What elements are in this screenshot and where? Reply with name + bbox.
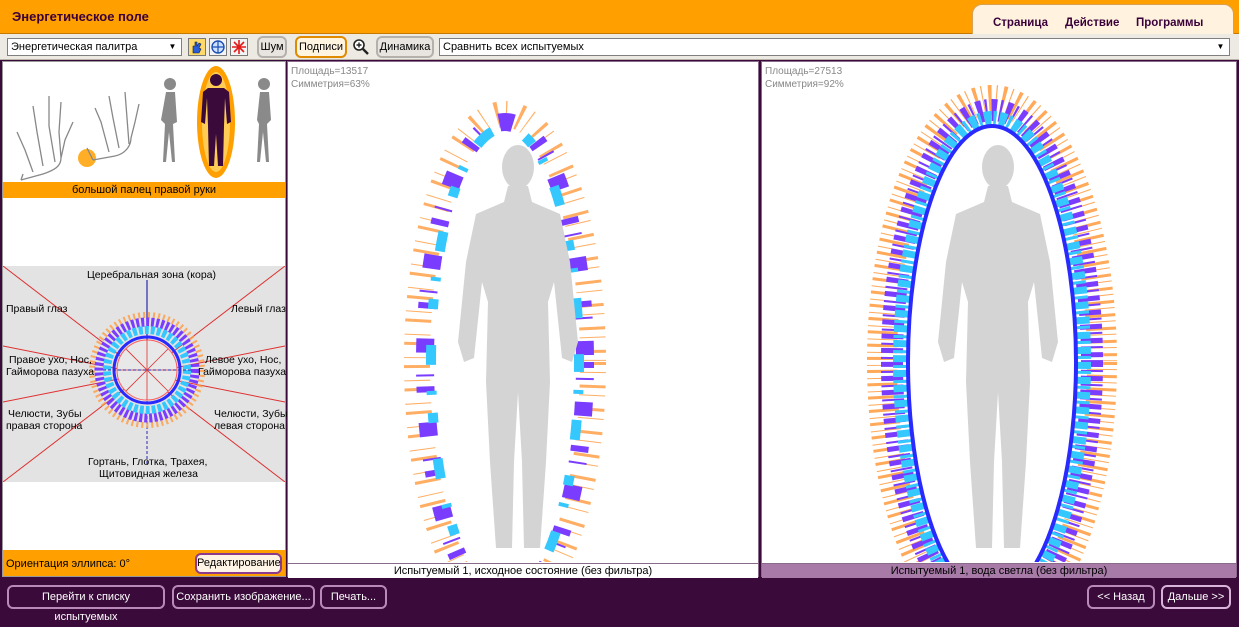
selected-finger-marker [78,149,96,167]
zone-label-jaw-right-2: правая сторона [6,420,83,432]
menu-bar: Страница Действие Программы [972,4,1234,34]
body-side-left-icon[interactable] [161,78,177,162]
zone-label-right-ear-2: Гайморова пазуха [6,366,95,378]
panel-caption-2: Испытуемый 1, вода светла (без фильтра) [762,563,1236,578]
chevron-down-icon: ▼ [1216,42,1225,51]
left-hand-icon[interactable] [16,96,74,181]
zone-label-throat-2: Щитовидная железа [99,468,198,480]
save-image-button[interactable]: Сохранить изображение... [172,585,315,609]
compare-select[interactable]: Сравнить всех испытуемых ▼ [439,38,1230,56]
star-icon [232,40,246,54]
body-side-right-icon[interactable] [257,78,271,162]
edit-button[interactable]: Редактирование [195,553,282,574]
zoom-icon [353,39,369,55]
dynamics-button[interactable]: Динамика [376,36,434,58]
left-panel: большой палец правой руки Церебральная з… [2,61,288,577]
noise-button[interactable]: Шум [257,36,287,58]
compare-select-value: Сравнить всех испытуемых [443,41,584,53]
back-button[interactable]: << Назад [1087,585,1155,609]
zone-label-jaw-left-1: Челюсти, Зубы [214,408,288,420]
right-hand-icon[interactable] [86,91,140,161]
menu-action[interactable]: Действие [1065,17,1119,29]
zoom-button[interactable] [352,38,370,56]
zone-label-throat-1: Гортань, Глотка, Трахея, [88,456,208,468]
to-subject-list-button[interactable]: Перейти к списку испытуемых [7,585,165,623]
zone-label-right-ear-1: Правое ухо, Нос, [9,354,92,366]
menu-programs[interactable]: Программы [1136,17,1203,29]
bottom-bar: Перейти к списку испытуемых Сохранить из… [0,580,1239,623]
aura-panel-1: Площадь=13517 Симметрия=63% Испытуемый 1… [287,61,759,578]
zone-label-jaw-left-2: левая сторона [214,420,285,432]
compass-tool-button[interactable] [209,38,227,56]
aura-image-2 [867,85,1117,562]
zone-label-left-ear-1: Левое ухо, Нос, [205,354,282,366]
hand-icon [192,41,202,54]
next-button[interactable]: Дальше >> [1161,585,1231,609]
aura-image-1 [404,101,606,562]
zone-label-left-eye: Левый глаз [231,303,286,315]
title-bar: Энергетическое поле Страница Действие Пр… [0,0,1239,34]
finger-caption: большой палец правой руки [3,182,285,198]
palette-select[interactable]: Энергетическая палитра ▼ [7,38,182,56]
ellipse-orientation-label: Ориентация эллипса: 0° [6,558,131,570]
menu-page[interactable]: Страница [993,17,1048,29]
body-selector [16,66,271,181]
compass-icon [211,40,225,54]
zone-label-right-eye: Правый глаз [6,303,68,315]
toolbar: Энергетическая палитра ▼ Шум Подписи Дин… [0,34,1239,60]
chevron-down-icon: ▼ [168,42,177,51]
zone-label-jaw-right-1: Челюсти, Зубы [8,408,82,420]
print-button[interactable]: Печать... [320,585,387,609]
star-tool-button[interactable] [230,38,248,56]
panel-caption-1: Испытуемый 1, исходное состояние (без фи… [288,563,758,578]
app-title: Энергетическое поле [12,9,149,24]
zone-label-cortex: Церебральная зона (кора) [87,269,217,281]
zone-map: Церебральная зона (кора) Правый глаз Лев… [3,266,288,482]
hand-tool-button[interactable] [188,38,206,56]
left-footer: Ориентация эллипса: 0° Редактирование [3,550,285,576]
palette-select-value: Энергетическая палитра [11,41,138,53]
zone-label-left-ear-2: Гайморова пазуха [198,366,287,378]
captions-button[interactable]: Подписи [295,36,347,58]
aura-panel-2: Площадь=27513 Симметрия=92% Испытуемый 1… [761,61,1237,578]
